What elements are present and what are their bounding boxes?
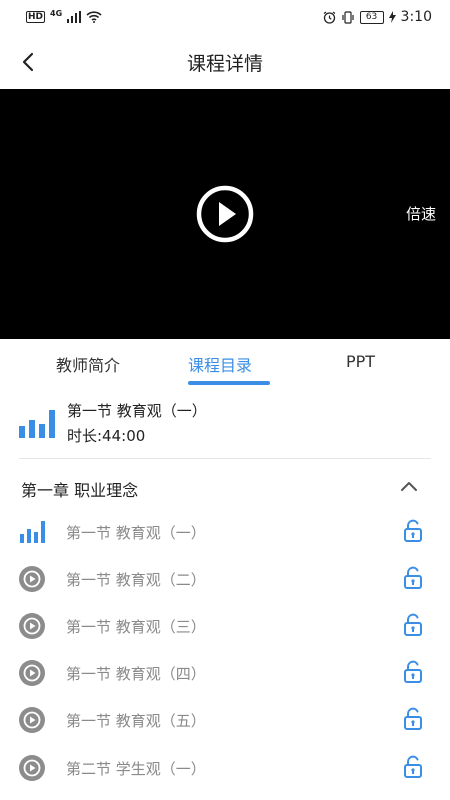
- now-playing-title: 第一节 教育观（一）: [67, 402, 207, 420]
- page-title: 课程详情: [186, 52, 263, 75]
- play-button[interactable]: [195, 184, 255, 244]
- status-right: 63 3:10: [323, 9, 432, 25]
- lesson-item[interactable]: 第一节 教育观（一）: [0, 508, 450, 555]
- lesson-item[interactable]: 第一节 教育观（二）: [0, 555, 450, 602]
- chapter-title: 第一章 职业理念: [21, 481, 139, 500]
- now-playing-duration: 时长:44:00: [67, 427, 146, 445]
- play-circle-icon: [19, 707, 45, 733]
- now-playing-card[interactable]: 第一节 教育观（一） 时长:44:00: [0, 394, 450, 458]
- tab-bar: 教师简介 课程目录 PPT: [0, 339, 450, 389]
- chevron-left-icon: [22, 52, 34, 72]
- play-circle-icon: [19, 613, 45, 639]
- unlock-icon: [404, 566, 422, 589]
- play-circle-icon: [196, 185, 254, 243]
- lesson-label: 第一节 教育观（四）: [66, 665, 206, 683]
- nav-bar: 课程详情: [0, 34, 450, 90]
- network-type: 4G: [50, 8, 63, 18]
- vibrate-icon: [341, 10, 354, 24]
- tab-teacher-intro[interactable]: 教师简介: [56, 352, 120, 376]
- play-circle-icon: [19, 755, 45, 781]
- hd-badge: HD: [26, 11, 46, 23]
- lesson-item[interactable]: 第一节 教育观（五）: [0, 696, 450, 743]
- chevron-up-icon[interactable]: [400, 481, 418, 492]
- tab-ppt[interactable]: PPT: [346, 352, 375, 371]
- audio-bars-icon: [20, 521, 45, 543]
- lesson-label: 第一节 教育观（五）: [66, 712, 206, 730]
- wifi-icon: [86, 11, 102, 23]
- play-circle-icon: [19, 660, 45, 686]
- status-time: 3:10: [400, 9, 432, 25]
- lesson-item[interactable]: 第一节 教育观（三）: [0, 602, 450, 649]
- audio-bars-icon: [19, 410, 55, 438]
- status-bar: HD 4G 63 3:10: [0, 0, 450, 34]
- active-tab-indicator: [188, 381, 270, 385]
- back-button[interactable]: [12, 46, 44, 78]
- charging-icon: [388, 11, 396, 23]
- alarm-icon: [323, 11, 335, 24]
- chapter-header[interactable]: 第一章 职业理念: [0, 466, 450, 508]
- battery-indicator: 63: [359, 10, 384, 24]
- lesson-label: 第二节 学生观（一）: [66, 760, 206, 778]
- lesson-label: 第一节 教育观（一）: [66, 524, 206, 542]
- unlock-icon: [404, 660, 422, 683]
- signal-icon: [67, 11, 82, 23]
- video-player[interactable]: 倍速: [0, 89, 450, 339]
- unlock-icon: [404, 519, 422, 542]
- lesson-label: 第一节 教育观（二）: [66, 571, 206, 589]
- unlock-icon: [404, 613, 422, 636]
- lesson-item[interactable]: 第二节 学生观（一）: [0, 744, 450, 791]
- play-circle-icon: [19, 566, 45, 592]
- unlock-icon: [404, 707, 422, 730]
- lesson-item[interactable]: 第一节 教育观（四）: [0, 649, 450, 696]
- status-left: HD 4G: [26, 8, 102, 23]
- tab-course-catalog[interactable]: 课程目录: [188, 352, 252, 376]
- lesson-label: 第一节 教育观（三）: [66, 618, 206, 636]
- divider: [19, 458, 431, 459]
- speed-button[interactable]: 倍速: [406, 203, 436, 224]
- unlock-icon: [404, 755, 422, 778]
